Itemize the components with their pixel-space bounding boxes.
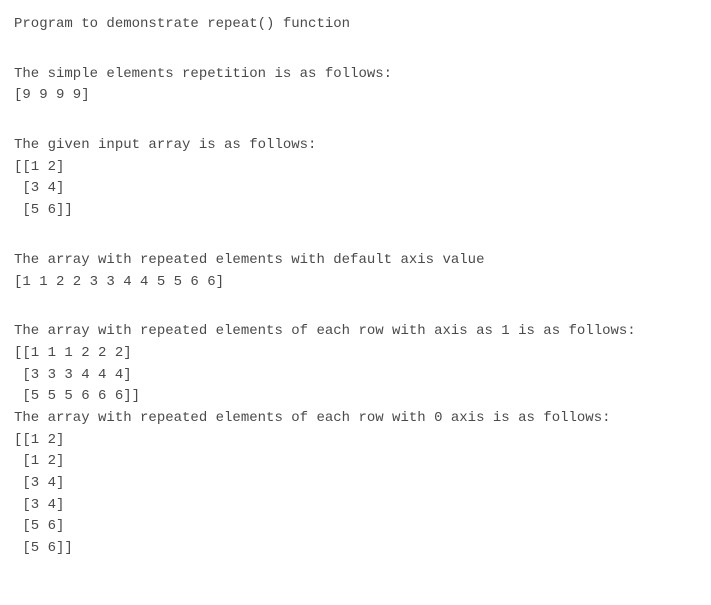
array-row: [5 6]]	[14, 538, 697, 560]
array-output: [1 1 2 2 3 3 4 4 5 5 6 6]	[14, 272, 697, 294]
section-heading: The given input array is as follows:	[14, 135, 697, 157]
section-heading: The array with repeated elements of each…	[14, 408, 697, 430]
section-heading: The array with repeated elements of each…	[14, 321, 697, 343]
array-row: [3 4]	[14, 473, 697, 495]
array-row: [3 3 3 4 4 4]	[14, 365, 697, 387]
array-output: [9 9 9 9]	[14, 85, 697, 107]
section-axis-0: The array with repeated elements of each…	[14, 408, 697, 560]
array-row: [[1 2]	[14, 430, 697, 452]
section-simple-repetition: The simple elements repetition is as fol…	[14, 64, 697, 107]
array-row: [1 2]	[14, 451, 697, 473]
array-row: [3 4]	[14, 495, 697, 517]
program-title: Program to demonstrate repeat() function	[14, 14, 697, 36]
section-axis-1: The array with repeated elements of each…	[14, 321, 697, 408]
section-input-array: The given input array is as follows: [[1…	[14, 135, 697, 222]
section-heading: The array with repeated elements with de…	[14, 250, 697, 272]
section-heading: The simple elements repetition is as fol…	[14, 64, 697, 86]
array-row: [5 6]]	[14, 200, 697, 222]
title-text: Program to demonstrate repeat() function	[14, 14, 697, 36]
array-row: [[1 2]	[14, 157, 697, 179]
array-row: [3 4]	[14, 178, 697, 200]
array-row: [[1 1 1 2 2 2]	[14, 343, 697, 365]
array-row: [5 6]	[14, 516, 697, 538]
array-row: [5 5 5 6 6 6]]	[14, 386, 697, 408]
section-default-axis: The array with repeated elements with de…	[14, 250, 697, 293]
